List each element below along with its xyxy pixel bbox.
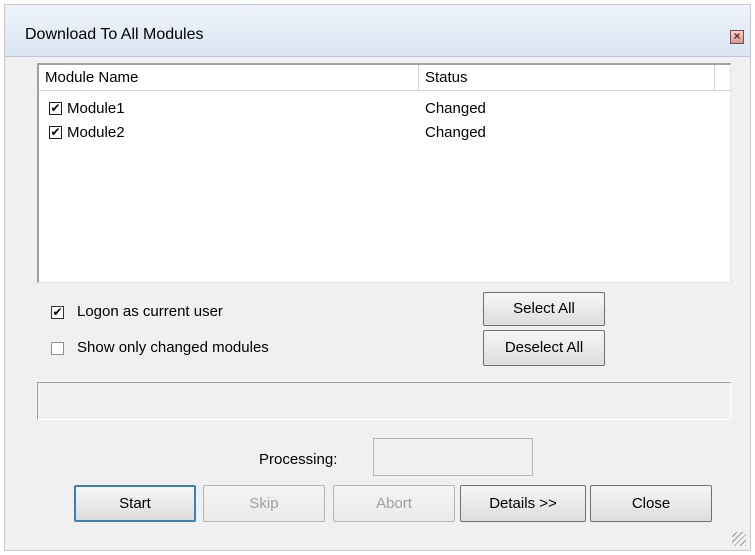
module-status: Changed (425, 124, 486, 141)
module-name: Module1 (67, 100, 125, 117)
list-item[interactable]: ✔ Module2 Changed (39, 121, 730, 145)
module-status: Changed (425, 100, 486, 117)
module-name: Module2 (67, 124, 125, 141)
details-button[interactable]: Details >> (460, 485, 586, 522)
column-header-module-name[interactable]: Module Name (39, 65, 419, 90)
resize-grip-icon[interactable] (732, 532, 746, 546)
skip-button[interactable]: Skip (203, 485, 325, 522)
show-changed-modules-label[interactable]: Show only changed modules (77, 339, 269, 356)
title-bar[interactable]: Download To All Modules × (5, 5, 750, 57)
module-checkbox[interactable]: ✔ (49, 126, 62, 139)
module-checkbox[interactable]: ✔ (49, 102, 62, 115)
close-icon[interactable]: × (730, 30, 744, 44)
deselect-all-button[interactable]: Deselect All (483, 330, 605, 366)
start-button[interactable]: Start (74, 485, 196, 522)
logon-current-user-checkbox[interactable]: ✔ (51, 306, 64, 319)
processing-label: Processing: (259, 451, 338, 468)
show-changed-modules-checkbox[interactable] (51, 342, 64, 355)
dialog-title: Download To All Modules (25, 26, 204, 43)
download-dialog: Download To All Modules × Module Name St… (4, 4, 751, 551)
column-header-status[interactable]: Status (419, 65, 715, 90)
module-list[interactable]: Module Name Status ✔ Module1 Changed ✔ M… (37, 63, 731, 283)
select-all-button[interactable]: Select All (483, 292, 605, 326)
processing-field (373, 438, 533, 476)
list-item[interactable]: ✔ Module1 Changed (39, 97, 730, 121)
status-bar (37, 382, 731, 420)
close-button[interactable]: Close (590, 485, 712, 522)
abort-button[interactable]: Abort (333, 485, 455, 522)
logon-current-user-label[interactable]: Logon as current user (77, 303, 223, 320)
list-header: Module Name Status (39, 65, 730, 91)
